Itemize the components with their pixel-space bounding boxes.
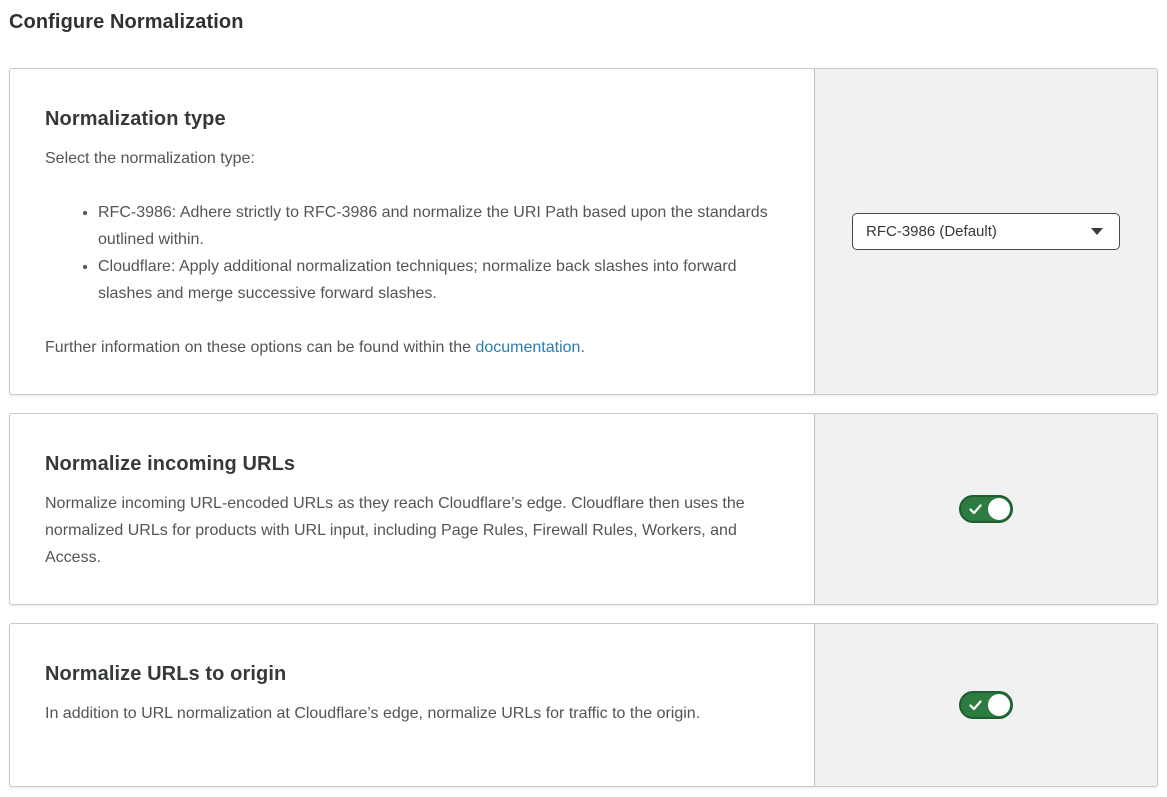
normalization-type-select[interactable]: RFC-3986 (Default) xyxy=(852,213,1120,250)
list-item-cloudflare: Cloudflare: Apply additional normalizati… xyxy=(98,253,784,307)
card-heading: Normalization type xyxy=(45,105,784,133)
normalize-urls-to-origin-toggle[interactable] xyxy=(959,691,1013,719)
normalize-incoming-urls-toggle[interactable] xyxy=(959,495,1013,523)
card-normalize-urls-to-origin-side-panel xyxy=(814,624,1157,786)
checkmark-icon xyxy=(969,504,982,515)
normalization-type-options-list: RFC-3986: Adhere strictly to RFC-3986 an… xyxy=(45,199,784,307)
dropdown-caret-icon xyxy=(1091,228,1103,235)
card-normalization-type-content: Normalization type Select the normalizat… xyxy=(10,69,814,394)
card-normalize-incoming-urls-side-panel xyxy=(814,414,1157,604)
documentation-link[interactable]: documentation xyxy=(475,339,580,356)
normalization-type-intro: Select the normalization type: xyxy=(45,145,784,172)
card-normalization-type: Normalization type Select the normalizat… xyxy=(9,68,1158,395)
footer-text-prefix: Further information on these options can… xyxy=(45,339,475,356)
checkmark-icon xyxy=(969,700,982,711)
normalize-incoming-urls-description: Normalize incoming URL-encoded URLs as t… xyxy=(45,490,784,571)
card-normalize-incoming-urls: Normalize incoming URLs Normalize incomi… xyxy=(9,413,1158,605)
normalize-urls-to-origin-description: In addition to URL normalization at Clou… xyxy=(45,700,784,727)
card-normalize-incoming-urls-content: Normalize incoming URLs Normalize incomi… xyxy=(10,414,814,604)
page-title: Configure Normalization xyxy=(9,9,1158,36)
card-heading: Normalize URLs to origin xyxy=(45,660,784,688)
toggle-knob xyxy=(988,498,1010,520)
configure-normalization-page: Configure Normalization Normalization ty… xyxy=(0,0,1167,787)
card-normalization-type-side-panel: RFC-3986 (Default) xyxy=(814,69,1157,394)
normalization-type-select-value: RFC-3986 (Default) xyxy=(866,223,997,240)
further-information-text: Further information on these options can… xyxy=(45,334,784,361)
card-normalize-urls-to-origin: Normalize URLs to origin In addition to … xyxy=(9,623,1158,787)
card-normalize-urls-to-origin-content: Normalize URLs to origin In addition to … xyxy=(10,624,814,786)
card-heading: Normalize incoming URLs xyxy=(45,450,784,478)
footer-text-suffix: . xyxy=(580,339,584,356)
list-item-rfc3986: RFC-3986: Adhere strictly to RFC-3986 an… xyxy=(98,199,784,253)
toggle-knob xyxy=(988,694,1010,716)
